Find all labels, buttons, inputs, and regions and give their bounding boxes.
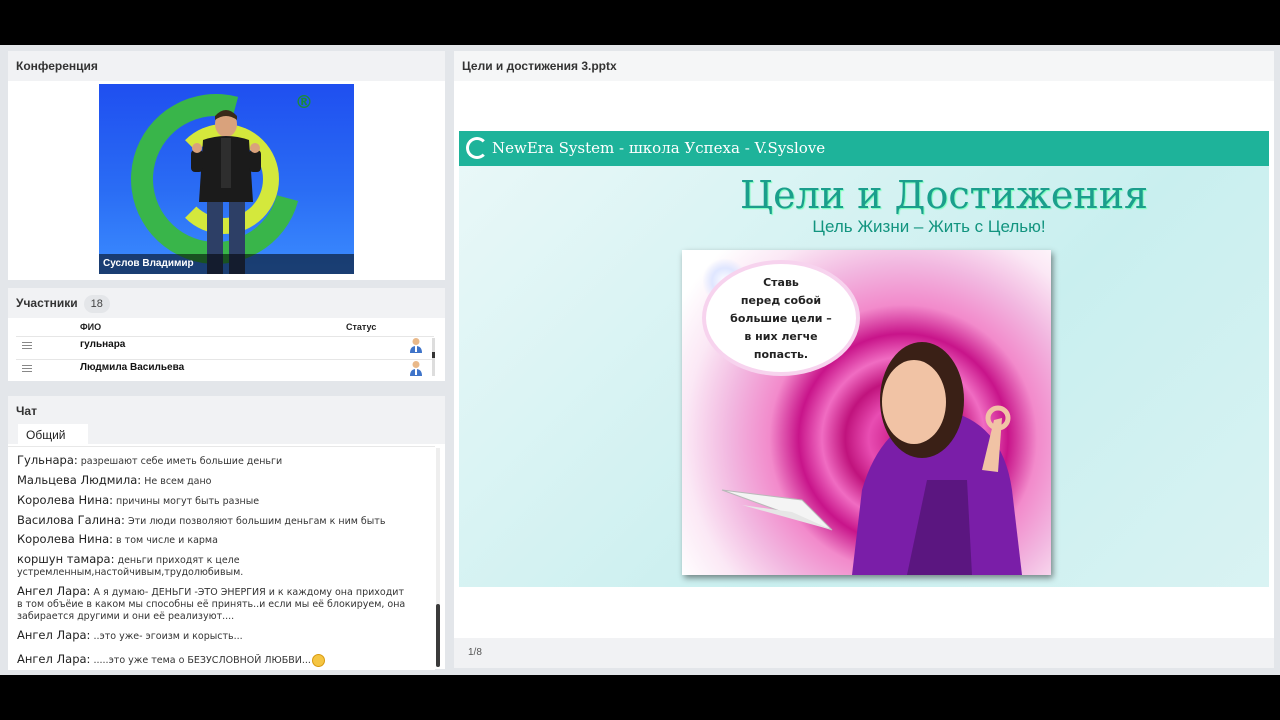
video-caption: Суслов Владимир xyxy=(99,254,354,274)
chat-message: Ангел Лара: А я думаю- ДЕНЬГИ -ЭТО ЭНЕРГ… xyxy=(17,584,406,622)
chat-message: Ангел Лара: .....это уже тема о БЕЗУСЛОВ… xyxy=(17,653,417,667)
conference-title: Конференция xyxy=(8,51,445,81)
speech-bubble: Ставь перед собой большие цели – в них л… xyxy=(706,264,856,372)
slide-illustration: Ставь перед собой большие цели – в них л… xyxy=(682,250,1051,575)
chat-message: Мальцева Людмила: Не всем дано xyxy=(17,473,212,487)
participants-title: Участники xyxy=(16,296,78,310)
participant-row[interactable]: Людмила Васильева xyxy=(16,359,434,382)
speaker-figure xyxy=(191,110,261,274)
chat-tab-general[interactable]: Общий xyxy=(18,424,88,446)
chat-message: Гульнара: разрешают себе иметь большие д… xyxy=(17,453,283,467)
participants-table-header: ФИО Статус xyxy=(16,318,434,336)
chat-messages: Гульнара: разрешают себе иметь большие д… xyxy=(8,446,435,670)
slide-band-title: NewEra System - школа Успеха - V.Syslove xyxy=(492,139,826,157)
chat-message: Ангел Лара: ..это уже- эгоизм и корысть.… xyxy=(17,628,243,642)
slide-subtitle: Цель Жизни – Жить с Целью! xyxy=(812,217,1046,236)
chat-message: Королева Нина: в том числе и карма xyxy=(17,532,218,546)
chat-title: Чат xyxy=(16,404,37,418)
participant-name: гульнара xyxy=(80,339,126,350)
newera-logo-icon xyxy=(466,137,488,159)
chat-panel: Чат Общий Гульнара: разрешают себе иметь… xyxy=(8,396,445,670)
participants-scrollbar[interactable] xyxy=(432,338,435,376)
column-name-header[interactable]: ФИО xyxy=(80,322,101,332)
participants-header: Участники 18 xyxy=(8,288,445,318)
chat-scrollbar[interactable] xyxy=(436,448,440,667)
slide: NewEra System - школа Успеха - V.Syslove… xyxy=(459,131,1269,587)
column-status-header[interactable]: Статус xyxy=(346,322,376,332)
slide-header-band: NewEra System - школа Успеха - V.Syslove xyxy=(459,131,1269,166)
chat-message: Королева Нина: причины могут быть разные xyxy=(17,493,260,507)
video-feed[interactable]: ® Суслов Владимир xyxy=(99,84,354,274)
participants-count-badge: 18 xyxy=(83,295,110,313)
presentation-title: Цели и достижения 3.pptx xyxy=(454,51,1274,81)
presentation-panel: Цели и достижения 3.pptx NewEra System -… xyxy=(454,51,1274,668)
slide-title: Цели и Достижения xyxy=(739,173,1149,217)
drag-handle-icon[interactable] xyxy=(22,365,32,374)
slide-footer: 1/8 xyxy=(454,638,1274,668)
page-indicator: 1/8 xyxy=(468,647,482,658)
registered-mark: ® xyxy=(295,92,313,113)
app-root: Конференция ® Суслов Владимир Участники xyxy=(0,45,1280,675)
smile-emoji-icon xyxy=(311,654,325,667)
chat-message: коршун тамара: деньги приходят к целе ус… xyxy=(17,552,244,578)
conference-panel: Конференция ® Суслов Владимир xyxy=(8,51,445,280)
chat-message: Василова Галина: Эти люди позволяют боль… xyxy=(17,513,386,527)
participant-row[interactable]: гульнара xyxy=(16,336,434,359)
participant-name: Людмила Васильева xyxy=(80,362,185,373)
user-icon xyxy=(410,361,422,376)
user-icon xyxy=(410,338,422,353)
participants-panel: Участники 18 ФИО Статус гульнара Людмила … xyxy=(8,288,445,381)
drag-handle-icon[interactable] xyxy=(22,342,32,351)
